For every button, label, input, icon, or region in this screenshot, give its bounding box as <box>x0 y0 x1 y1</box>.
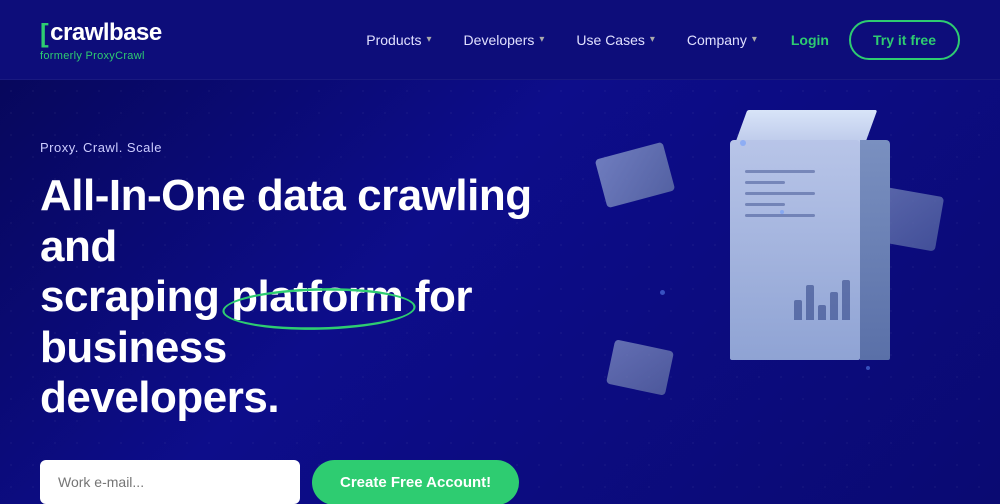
navbar: [crawlbase formerly ProxyCrawl Products … <box>0 0 1000 80</box>
logo-wordmark: [crawlbase <box>40 18 162 49</box>
chart-bar <box>818 305 826 320</box>
nav-company[interactable]: Company ▾ <box>673 24 771 56</box>
try-free-button[interactable]: Try it free <box>849 20 960 60</box>
scatter-dot <box>780 210 784 214</box>
server-right-face <box>860 140 890 360</box>
hero-title-underline: platform <box>231 272 403 321</box>
scatter-dot <box>660 290 665 295</box>
logo: [crawlbase formerly ProxyCrawl <box>40 18 162 62</box>
chevron-down-icon: ▾ <box>427 34 432 45</box>
server-bar-chart <box>794 280 850 320</box>
signup-form: Create Free Account! <box>40 460 620 504</box>
logo-bracket-icon: [ <box>40 18 48 49</box>
server-line <box>745 214 815 217</box>
chart-bar <box>830 292 838 320</box>
nav-use-cases[interactable]: Use Cases ▾ <box>562 24 669 56</box>
nav-developers[interactable]: Developers ▾ <box>450 24 559 56</box>
chevron-down-icon: ▾ <box>539 34 544 45</box>
chart-bar <box>842 280 850 320</box>
chevron-down-icon: ▾ <box>650 34 655 45</box>
server-illustration <box>580 90 960 470</box>
server-line <box>745 192 815 195</box>
scatter-dot <box>866 366 870 370</box>
hero-content: Proxy. Crawl. Scale All-In-One data craw… <box>40 140 620 504</box>
chart-bar <box>806 285 814 320</box>
hero-title: All-In-One data crawling and scraping pl… <box>40 171 620 424</box>
hero-section: Proxy. Crawl. Scale All-In-One data craw… <box>0 80 1000 504</box>
nav-links: Products ▾ Developers ▾ Use Cases ▾ Comp… <box>352 20 960 60</box>
email-input[interactable] <box>40 460 300 504</box>
server-tower <box>730 110 860 360</box>
server-line <box>745 170 815 173</box>
logo-subtitle: formerly ProxyCrawl <box>40 50 162 62</box>
server-line <box>745 181 785 184</box>
chevron-down-icon: ▾ <box>752 34 757 45</box>
server-front-face <box>730 140 860 360</box>
create-account-button[interactable]: Create Free Account! <box>312 460 519 504</box>
hero-tagline: Proxy. Crawl. Scale <box>40 140 620 155</box>
server-line <box>745 203 785 206</box>
scatter-dot <box>740 140 746 146</box>
chart-bar <box>794 300 802 320</box>
nav-products[interactable]: Products ▾ <box>352 24 445 56</box>
login-link[interactable]: Login <box>775 24 845 56</box>
